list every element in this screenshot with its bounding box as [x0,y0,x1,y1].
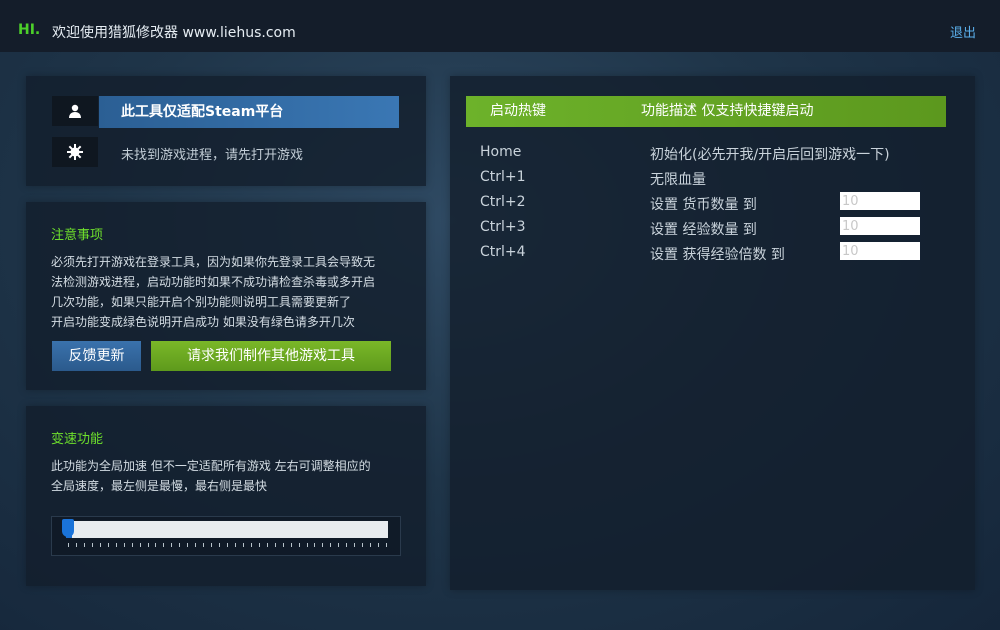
slider-tick [235,543,236,547]
notes-line: 必须先打开游戏在登录工具，因为如果你先登录工具会导致无 [51,255,376,269]
welcome-title: 欢迎使用猎狐修改器 www.liehus.com [52,25,296,41]
hotkey-description: 设置 货币数量 到 [650,197,757,213]
notes-body: 必须先打开游戏在登录工具，因为如果你先登录工具会导致无 法检测游戏进程，启动功能… [51,252,411,332]
steam-platform-banner: 此工具仅适配Steam平台 [99,96,399,128]
experience-amount-input[interactable] [840,217,920,235]
title-bar: HI. 欢迎使用猎狐修改器 www.liehus.com 退出 [0,0,1000,52]
notes-line: 开启功能变成绿色说明开启成功 如果没有绿色请多开几次 [51,315,355,329]
currency-amount-input[interactable] [840,192,920,210]
gear-icon [52,137,98,167]
notes-line: 几次功能，如果只能开启个别功能则说明工具需要更新了 [51,295,352,309]
hotkey-description: 初始化(必先开我/开启后回到游戏一下) [650,147,890,163]
hotkey-key: Ctrl+1 [480,169,526,185]
hotkey-row[interactable]: Ctrl+1 无限血量 [450,169,975,193]
col-description-header: 功能描述 仅支持快捷键启动 [641,103,814,119]
speed-slider[interactable] [51,516,401,556]
slider-tick [243,543,244,547]
slider-tick [84,543,85,547]
experience-multiplier-input[interactable] [840,242,920,260]
slider-tick [259,543,260,547]
slider-tick [155,543,156,547]
notes-title: 注意事项 [51,228,104,243]
notes-panel: 注意事项 必须先打开游戏在登录工具，因为如果你先登录工具会导致无 法检测游戏进程… [26,202,426,390]
slider-tick [179,543,180,547]
speed-line: 全局速度，最左侧是最慢，最右侧是最快 [51,479,268,493]
hotkey-row[interactable]: Ctrl+4 设置 获得经验倍数 到 [450,242,975,268]
slider-tick [76,543,77,547]
slider-tick [92,543,93,547]
platform-info-panel: 此工具仅适配Steam平台 未找到游戏进程，请先打开游戏 [26,76,426,186]
hotkey-key: Home [480,144,522,160]
hotkey-description: 设置 经验数量 到 [650,222,757,238]
greeting: HI. [18,22,41,38]
hotkey-key: Ctrl+2 [480,194,526,210]
slider-tick [187,543,188,547]
slider-tick [307,543,308,547]
process-status: 未找到游戏进程，请先打开游戏 [121,148,304,163]
slider-tick [219,543,220,547]
slider-tick [354,543,355,547]
slider-tick [283,543,284,547]
slider-tick [346,543,347,547]
slider-tick [116,543,117,547]
feedback-update-button[interactable]: 反馈更新 [52,341,141,371]
exit-button[interactable]: 退出 [950,22,976,41]
slider-ticks [68,543,387,549]
notes-line: 法检测游戏进程，启动功能时如果不成功请检查杀毒或多开启 [51,275,376,289]
hotkey-description: 设置 获得经验倍数 到 [650,247,785,263]
hotkey-key: Ctrl+3 [480,219,526,235]
speed-description: 此功能为全局加速 但不一定适配所有游戏 左右可调整相应的 全局速度，最左侧是最慢… [51,456,411,496]
slider-tick [362,543,363,547]
slider-tick [314,543,315,547]
col-hotkey-header: 启动热键 [490,103,546,119]
slider-tick [338,543,339,547]
speed-line: 此功能为全局加速 但不一定适配所有游戏 左右可调整相应的 [51,459,371,473]
hotkey-row[interactable]: Ctrl+2 设置 货币数量 到 [450,192,975,218]
slider-tick [370,543,371,547]
slider-tick [148,543,149,547]
hotkeys-header: 启动热键 功能描述 仅支持快捷键启动 [466,96,946,127]
slider-tick [108,543,109,547]
slider-thumb[interactable] [62,519,74,537]
hotkey-key: Ctrl+4 [480,244,526,260]
hotkey-row[interactable]: Ctrl+3 设置 经验数量 到 [450,217,975,243]
slider-tick [267,543,268,547]
slider-tick [100,543,101,547]
slider-tick [171,543,172,547]
slider-tick [299,543,300,547]
slider-tick [378,543,379,547]
user-icon [52,96,98,126]
slider-tick [163,543,164,547]
hotkey-description: 无限血量 [650,172,706,188]
speed-panel: 变速功能 此功能为全局加速 但不一定适配所有游戏 左右可调整相应的 全局速度，最… [26,406,426,586]
slider-tick [68,543,69,547]
slider-tick [275,543,276,547]
request-tools-button[interactable]: 请求我们制作其他游戏工具 [151,341,391,371]
slider-tick [140,543,141,547]
slider-tick [291,543,292,547]
slider-tick [227,543,228,547]
slider-tick [132,543,133,547]
slider-tick [386,543,387,547]
hotkeys-panel: 启动热键 功能描述 仅支持快捷键启动 Home 初始化(必先开我/开启后回到游戏… [450,76,975,590]
speed-title: 变速功能 [51,432,104,447]
slider-tick [195,543,196,547]
slider-tick [124,543,125,547]
slider-tick [203,543,204,547]
slider-tick [251,543,252,547]
slider-tick [211,543,212,547]
slider-track[interactable] [66,521,388,538]
slider-tick [330,543,331,547]
slider-tick [322,543,323,547]
hotkey-row[interactable]: Home 初始化(必先开我/开启后回到游戏一下) [450,144,975,168]
